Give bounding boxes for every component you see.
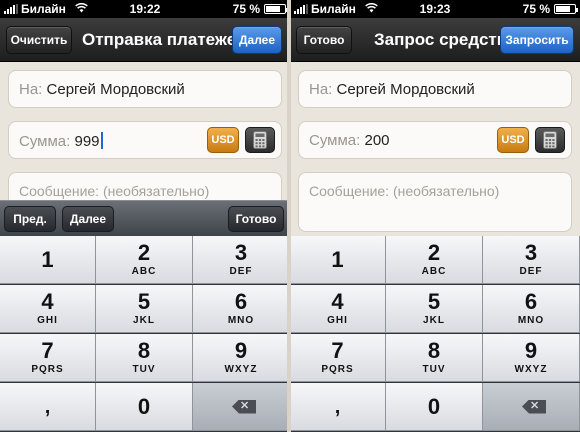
- key-2[interactable]: 2 ABC: [96, 236, 193, 284]
- key-7[interactable]: 7 PQRS: [290, 334, 386, 382]
- key-comma[interactable]: ,: [290, 383, 386, 431]
- amount-field[interactable]: Сумма: 200 USD: [298, 121, 572, 159]
- key-5[interactable]: 5 JKL: [96, 285, 193, 333]
- request-button[interactable]: Запросить: [500, 26, 574, 54]
- calculator-icon[interactable]: [245, 127, 275, 153]
- amount-field[interactable]: Сумма: 999 USD: [8, 121, 282, 159]
- recipient-field[interactable]: На: Сергей Мордовский: [8, 70, 282, 108]
- backspace-key[interactable]: [483, 383, 580, 431]
- recipient-value: Сергей Мордовский: [336, 81, 475, 98]
- backspace-icon: [232, 399, 256, 414]
- key-0[interactable]: 0: [96, 383, 193, 431]
- recipient-value: Сергей Мордовский: [46, 81, 185, 98]
- calculator-icon[interactable]: [535, 127, 565, 153]
- numeric-keypad: 1 2 ABC 3 DEF 4 GHI 5 JKL 6 MNO 7 PQRS 8 TUV 9W…: [290, 236, 580, 432]
- screenshot-divider: [287, 0, 291, 432]
- status-bar: Билайн 19:22 75 %: [0, 0, 290, 18]
- key-8[interactable]: 8 TUV: [386, 334, 483, 382]
- recipient-label: На:: [19, 81, 43, 98]
- backspace-key[interactable]: [193, 383, 290, 431]
- key-6[interactable]: 6 MNO: [193, 285, 290, 333]
- amount-value: 200: [364, 132, 390, 149]
- currency-button[interactable]: USD: [207, 127, 239, 153]
- battery-icon: [554, 4, 578, 14]
- key-4[interactable]: 4 GHI: [0, 285, 96, 333]
- key-4[interactable]: 4 GHI: [290, 285, 386, 333]
- key-3[interactable]: 3 DEF: [483, 236, 580, 284]
- key-7[interactable]: 7 PQRS: [0, 334, 96, 382]
- recipient-field[interactable]: На: Сергей Мордовский: [298, 70, 572, 108]
- key-2[interactable]: 2 ABC: [386, 236, 483, 284]
- key-1[interactable]: 1: [0, 236, 96, 284]
- page-title: Запрос средств: [374, 30, 508, 49]
- clear-button[interactable]: Очистить: [6, 26, 72, 54]
- key-comma[interactable]: ,: [0, 383, 96, 431]
- next-field-button[interactable]: Далее: [62, 206, 114, 232]
- key-9[interactable]: 9 WXYZ: [193, 334, 290, 382]
- key-8[interactable]: 8 TUV: [96, 334, 193, 382]
- message-placeholder: Сообщение: (необязательно): [19, 183, 210, 199]
- key-3[interactable]: 3 DEF: [193, 236, 290, 284]
- key-5[interactable]: 5 JKL: [386, 285, 483, 333]
- key-9[interactable]: 9 WXYZ: [483, 334, 580, 382]
- message-placeholder: Сообщение: (необязательно): [309, 183, 500, 199]
- key-1[interactable]: 1: [290, 236, 386, 284]
- key-6[interactable]: 6 MNO: [483, 285, 580, 333]
- payment-send-screen: Билайн 19:22 75 % Очистить Отправка плат…: [0, 0, 290, 432]
- battery-percent: 75 %: [522, 2, 550, 16]
- currency-button[interactable]: USD: [497, 127, 529, 153]
- battery-percent: 75 %: [232, 2, 260, 16]
- amount-label: Сумма:: [309, 132, 361, 149]
- battery-icon: [264, 4, 288, 14]
- text-cursor: [100, 132, 103, 149]
- prev-field-button[interactable]: Пред.: [4, 206, 56, 232]
- numeric-keypad: 1 2 ABC 3 DEF 4 GHI 5 JKL 6 MNO 7 PQRS 8 TUV 9W…: [0, 236, 290, 432]
- amount-label: Сумма:: [19, 133, 71, 150]
- nav-bar: Готово Запрос средств Запросить: [290, 18, 580, 62]
- done-button[interactable]: Готово: [228, 206, 284, 232]
- amount-value: 999: [74, 133, 100, 150]
- next-button[interactable]: Далее: [232, 26, 282, 54]
- done-button[interactable]: Готово: [296, 26, 352, 54]
- status-bar: Билайн 19:23 75 %: [290, 0, 580, 18]
- recipient-label: На:: [309, 81, 333, 98]
- key-0[interactable]: 0: [386, 383, 483, 431]
- keyboard-accessory-bar: Пред. Далее Готово: [0, 200, 290, 236]
- message-field[interactable]: Сообщение: (необязательно): [298, 172, 572, 232]
- page-title: Отправка платежей: [82, 30, 247, 49]
- nav-bar: Очистить Отправка платежей Далее: [0, 18, 290, 62]
- request-funds-screen: Билайн 19:23 75 % Готово Запрос средств …: [290, 0, 580, 432]
- backspace-icon: [522, 399, 546, 414]
